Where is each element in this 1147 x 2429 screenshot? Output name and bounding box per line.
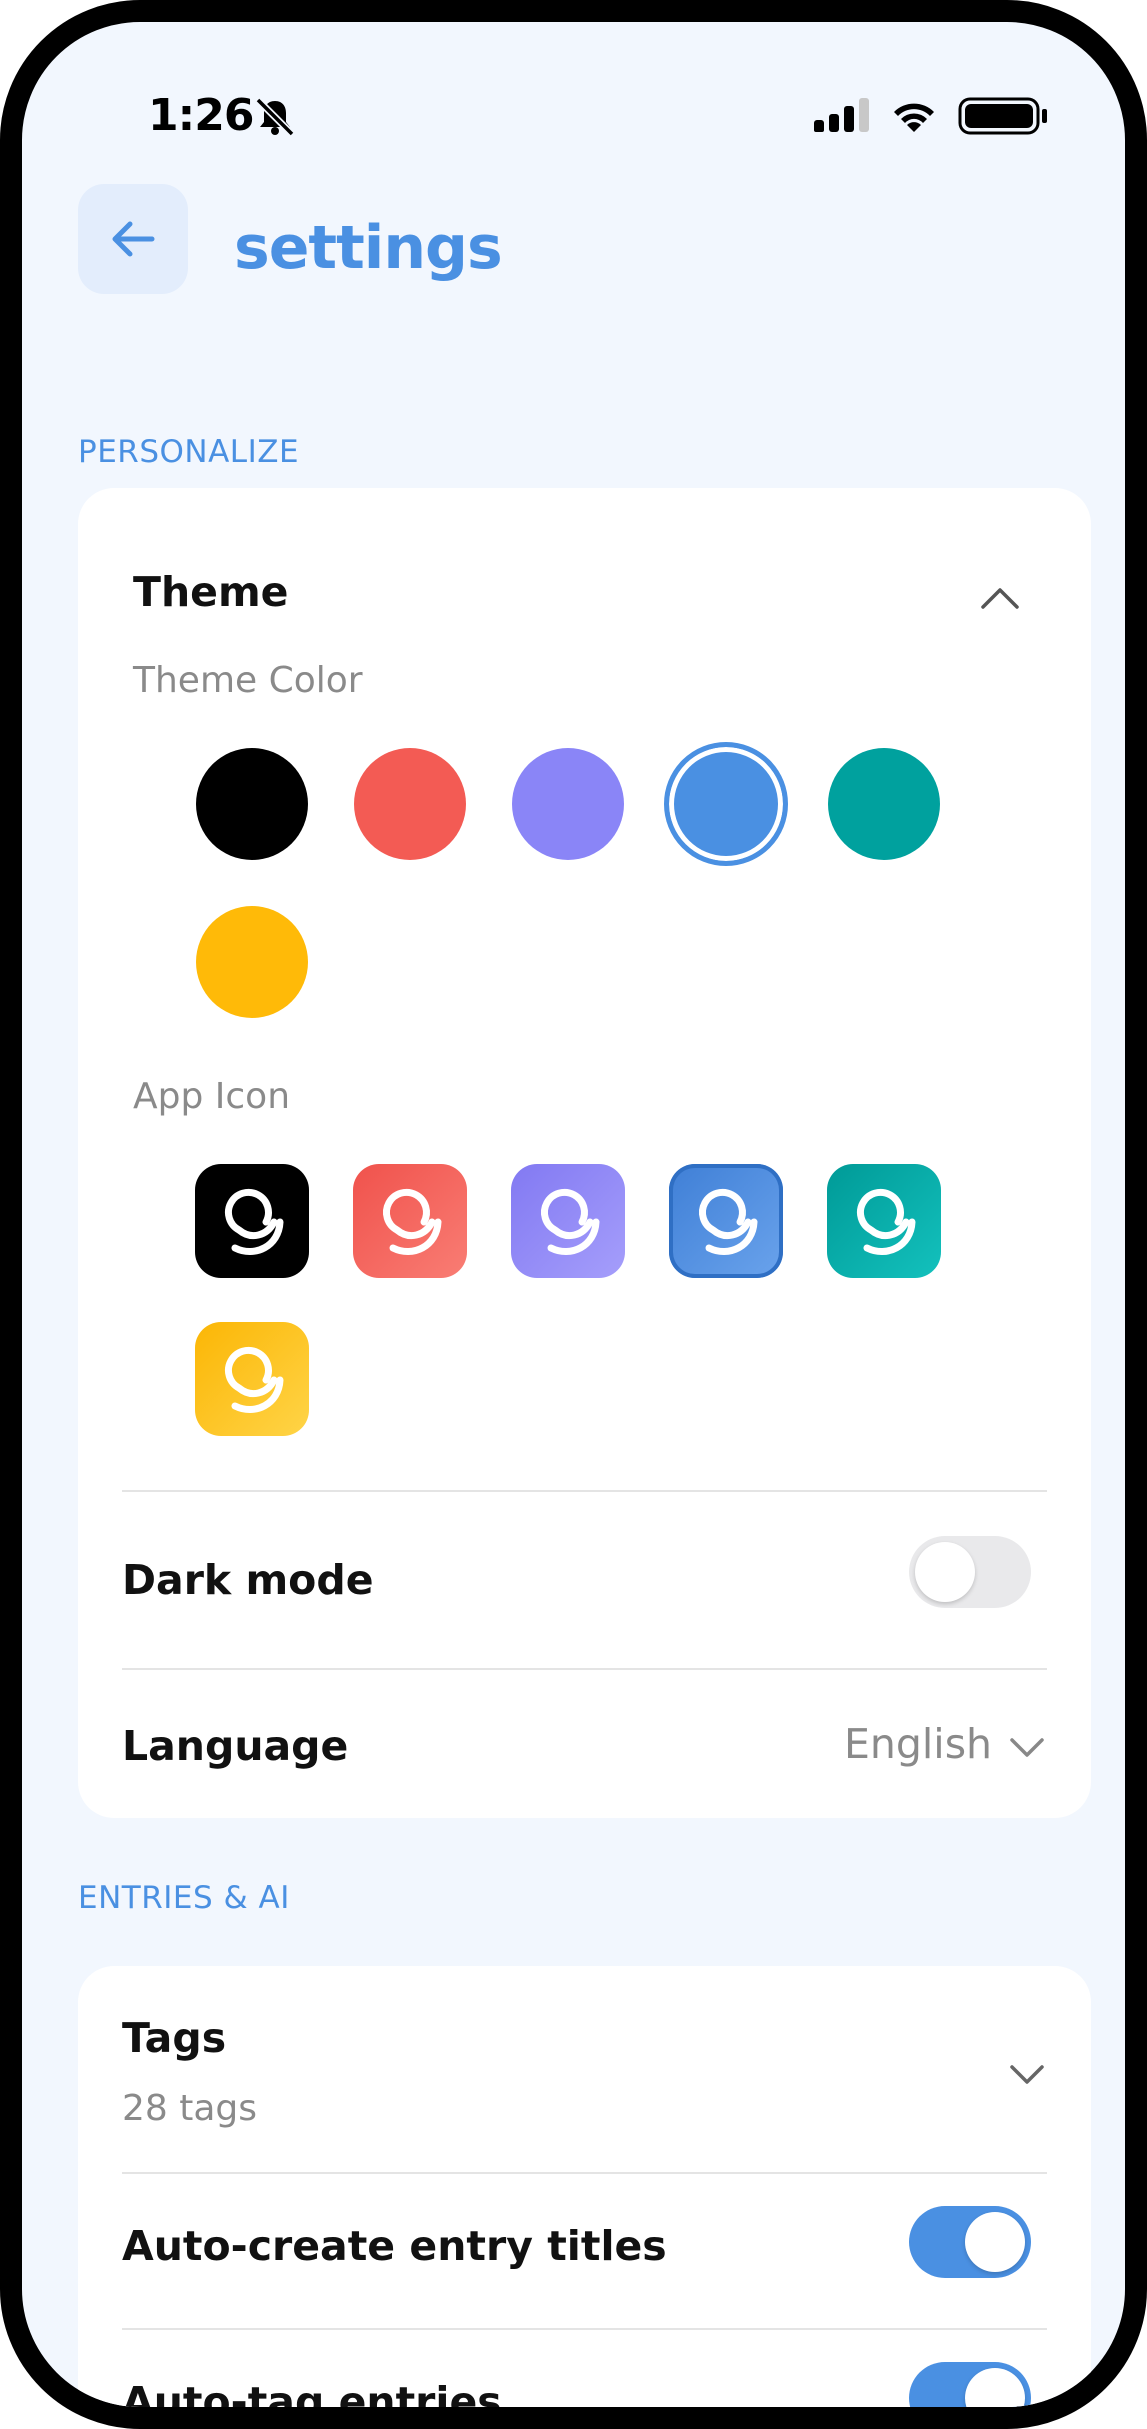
chevron-down-icon[interactable] (1009, 1736, 1045, 1760)
auto-tag-toggle[interactable] (909, 2362, 1031, 2407)
color-swatch-purple[interactable] (512, 748, 624, 860)
toggle-knob (965, 2368, 1025, 2407)
app-logo-icon (856, 1188, 916, 1256)
tags-count: 28 tags (122, 2088, 258, 2129)
battery-icon (958, 97, 1047, 135)
color-swatch-blue-selected[interactable] (664, 742, 788, 866)
auto-titles-label: Auto-create entry titles (122, 2222, 667, 2270)
chevron-up-icon[interactable] (979, 585, 1021, 611)
personalize-card: Theme Theme Color App Icon Dark mode Lan… (78, 488, 1091, 1818)
color-swatch-red[interactable] (354, 748, 466, 860)
status-time: 1:26 (148, 90, 254, 141)
bell-slash-icon (255, 97, 295, 137)
theme-color-label: Theme Color (133, 660, 363, 701)
auto-titles-toggle[interactable] (909, 2206, 1031, 2278)
app-icon-label: App Icon (133, 1076, 291, 1117)
tags-label: Tags (122, 2014, 227, 2062)
arrow-left-icon (112, 221, 155, 257)
app-icon-purple[interactable] (511, 1164, 625, 1278)
language-label: Language (122, 1722, 349, 1770)
chevron-down-icon[interactable] (1009, 2063, 1045, 2087)
wifi-icon (894, 103, 934, 132)
dark-mode-label: Dark mode (122, 1556, 374, 1604)
app-icon-teal[interactable] (827, 1164, 941, 1278)
color-swatch-black[interactable] (196, 748, 308, 860)
app-icon-blue-selected[interactable] (669, 1164, 783, 1278)
app-icon-black[interactable] (195, 1164, 309, 1278)
phone-screen: 1:26 settings PERSONALIZE Theme Theme Co… (0, 0, 1147, 2429)
divider (122, 1668, 1047, 1670)
language-value[interactable]: English (844, 1720, 992, 1768)
divider (122, 2172, 1047, 2174)
app-logo-icon (698, 1188, 758, 1256)
color-swatch-teal[interactable] (828, 748, 940, 860)
theme-heading: Theme (133, 568, 289, 616)
section-label-entries-ai: ENTRIES & AI (78, 1880, 290, 1916)
dark-mode-toggle[interactable] (909, 1536, 1031, 1608)
toggle-knob (965, 2212, 1025, 2272)
divider (122, 2328, 1047, 2330)
app-logo-icon (224, 1188, 284, 1256)
page-title: settings (234, 213, 503, 283)
section-label-personalize: PERSONALIZE (78, 434, 300, 470)
divider (122, 1490, 1047, 1492)
color-swatch-yellow[interactable] (196, 906, 308, 1018)
back-button[interactable] (78, 184, 188, 294)
entries-ai-card: Tags 28 tags Auto-create entry titles Au… (78, 1966, 1091, 2426)
app-logo-icon (540, 1188, 600, 1256)
toggle-knob (915, 1542, 975, 1602)
app-icon-red[interactable] (353, 1164, 467, 1278)
auto-tag-label: Auto-tag entries (122, 2378, 502, 2426)
app-logo-icon (224, 1346, 284, 1414)
app-icon-yellow[interactable] (195, 1322, 309, 1436)
cellular-signal-icon (814, 98, 869, 132)
app-logo-icon (382, 1188, 442, 1256)
